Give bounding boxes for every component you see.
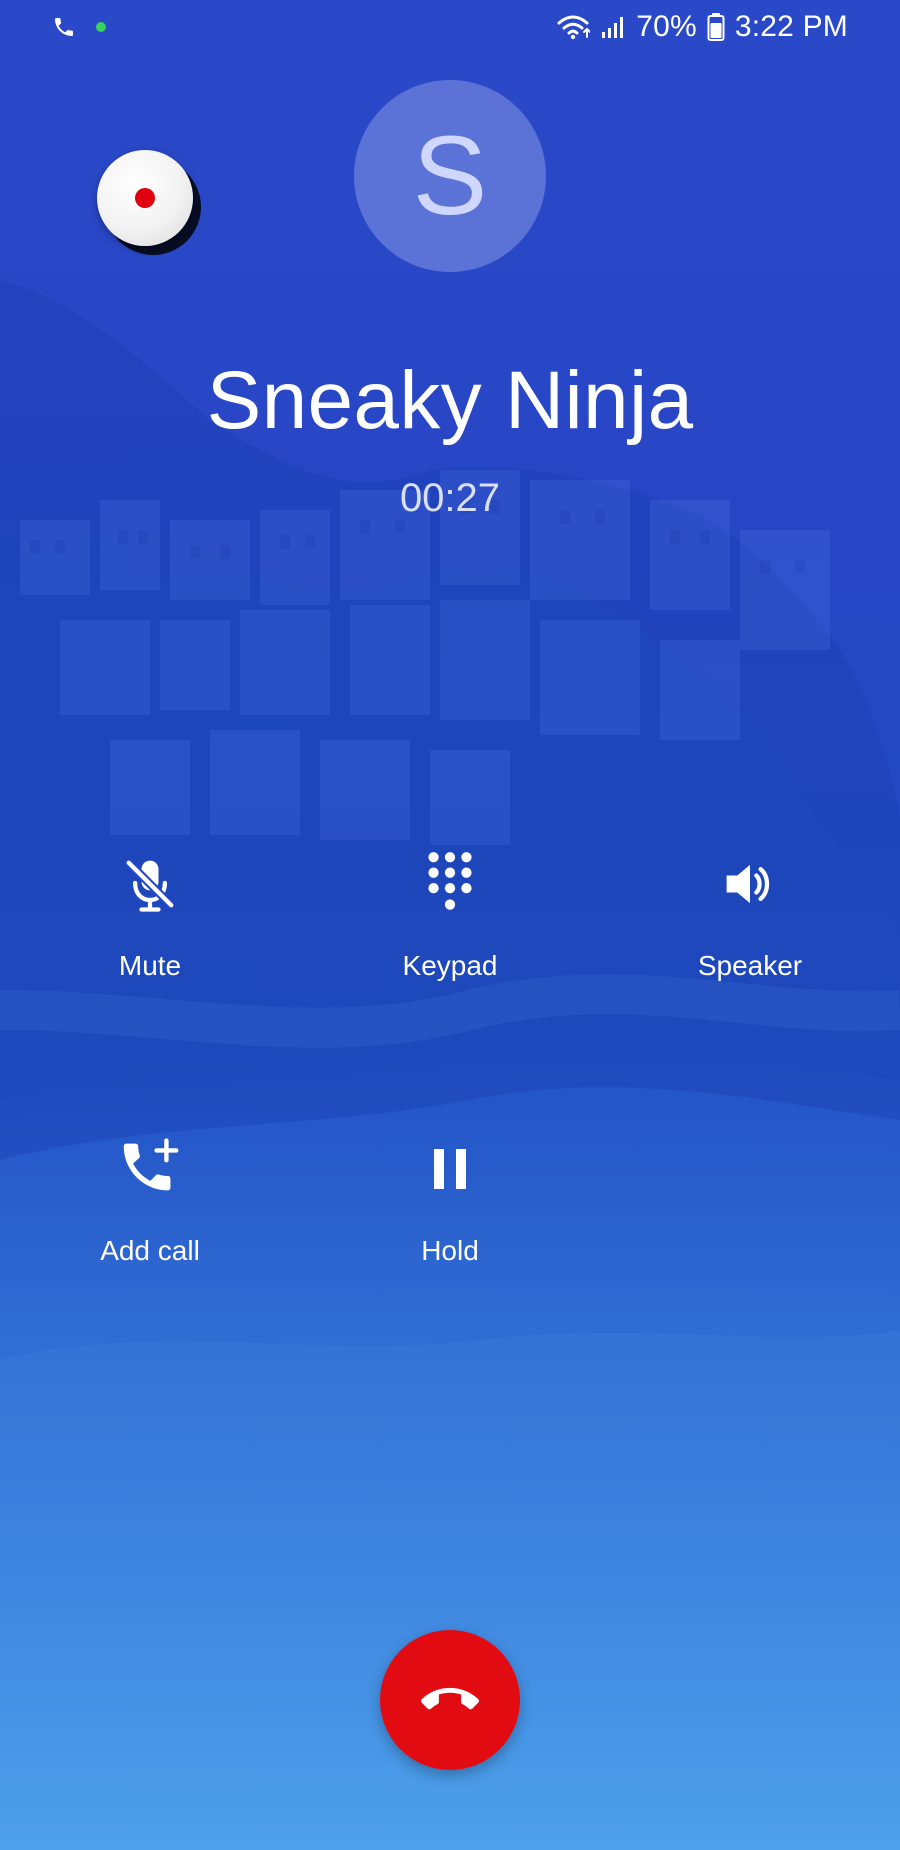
pause-icon [406,1125,494,1213]
wifi-icon [556,13,591,41]
hold-label: Hold [421,1235,479,1266]
caller-avatar: S [354,80,546,272]
keypad-button[interactable]: Keypad [330,840,570,1020]
green-dot-icon [96,22,106,32]
status-bar: 70% 3:22 PM [0,0,900,56]
add-call-button[interactable]: Add call [30,1125,270,1305]
status-right-icons: 70% 3:22 PM [556,10,848,44]
end-call-icon [421,1671,479,1729]
mic-off-icon [106,840,194,928]
signal-icon [600,13,626,41]
add-call-label: Add call [100,1235,200,1266]
call-controls: Mute Keypad Speaker Add call Hold [0,840,900,1320]
speaker-label: Speaker [697,950,803,981]
add-call-icon [106,1125,194,1213]
battery-icon [707,12,725,42]
call-duration: 00:27 [399,476,501,520]
phone-icon [52,15,76,39]
keypad-icon [406,840,494,928]
hold-button[interactable]: Hold [330,1125,570,1305]
in-call-screen: 70% 3:22 PM S Sneaky Ninja 00:27 Mute Ke… [0,0,900,1850]
battery-percentage: 70% [636,10,697,43]
end-call-button[interactable] [380,1630,520,1770]
record-button[interactable] [97,150,193,246]
mute-label: Mute [118,950,182,981]
speaker-button[interactable]: Speaker [630,840,870,1020]
clock: 3:22 PM [734,10,848,43]
caller-name: Sneaky Ninja [206,355,694,446]
record-icon [135,188,155,208]
mute-button[interactable]: Mute [30,840,270,1020]
keypad-label: Keypad [402,950,498,981]
speaker-icon [706,840,794,928]
status-left-icons [52,12,106,42]
